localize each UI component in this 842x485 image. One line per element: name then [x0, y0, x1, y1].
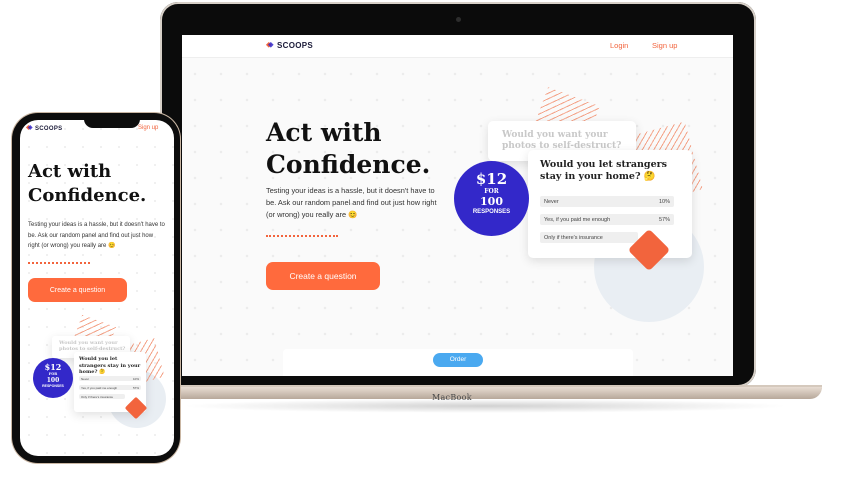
desktop-screen: SCOOPS Login Sign up Act with Confidence…: [182, 35, 733, 376]
option-label: Only if there's insurance: [544, 234, 603, 241]
mobile-question-text: Would you let strangers stay in your hom…: [79, 356, 141, 375]
mobile-question-back-text: Would you want your photos to self-destr…: [59, 340, 126, 352]
hero-title: Act with Confidence.: [266, 117, 446, 181]
brand-name: SCOOPS: [277, 41, 314, 50]
option-row[interactable]: Yes, if you paid me enough 57%: [540, 214, 674, 225]
device-label: MacBook: [432, 393, 472, 402]
badge-count: 100: [46, 377, 60, 384]
price-badge: $12 FOR 100 RESPONSES: [454, 161, 529, 236]
option-percent: 10%: [658, 198, 670, 205]
signup-link[interactable]: Sign up: [652, 41, 677, 50]
option-row[interactable]: Only if there's insurance: [79, 394, 125, 399]
question-back-text: Would you want your photos to self-destr…: [502, 130, 622, 151]
phone-notch: [84, 116, 140, 128]
option-row[interactable]: Never 10%: [79, 376, 141, 381]
mobile-hero-title: Act with Confidence.: [28, 160, 168, 208]
option-label: Yes, if you paid me enough: [544, 216, 611, 223]
order-bar: Order: [283, 349, 633, 376]
mobile-price-badge: $12 FOR 100 RESPONSES: [33, 358, 73, 398]
question-card: Would you let strangers stay in your hom…: [528, 150, 692, 258]
brand-name: SCOOPS: [35, 125, 63, 132]
create-question-button[interactable]: Create a question: [266, 262, 380, 290]
mobile-create-question-button[interactable]: Create a question: [28, 278, 127, 302]
hero-description: Testing your ideas is a hassle, but it d…: [266, 186, 437, 219]
option-percent: 57%: [132, 385, 139, 390]
option-row[interactable]: Yes, if you paid me enough 57%: [79, 385, 141, 390]
laptop-base: [150, 387, 822, 399]
mobile-screen: SCOOPS Sign up Act with Confidence. Test…: [20, 120, 174, 456]
option-percent: 57%: [658, 216, 670, 223]
option-row[interactable]: Never 10%: [540, 196, 674, 207]
desktop-logo[interactable]: SCOOPS: [266, 41, 313, 50]
option-label: Never: [544, 198, 559, 205]
option-label: Only if there's insurance: [81, 394, 114, 399]
badge-unit: RESPONSES: [472, 209, 511, 215]
option-label: Yes, if you paid me enough: [81, 385, 118, 390]
hero-title-line2: Confidence.: [266, 150, 431, 179]
option-row[interactable]: Only if there's insurance: [540, 232, 638, 243]
camera-icon: [456, 17, 461, 22]
badge-count: 100: [480, 195, 503, 208]
option-label: Never: [81, 376, 90, 381]
mobile-signup-link[interactable]: Sign up: [138, 125, 158, 131]
question-text: Would you let strangers stay in your hom…: [540, 159, 667, 182]
badge-price: $12: [44, 362, 62, 372]
mobile-hero-title-line1: Act with: [28, 161, 112, 182]
logo-icon: [266, 41, 274, 48]
mobile-logo[interactable]: SCOOPS: [26, 125, 62, 132]
mobile-hero-title-line2: Confidence.: [28, 185, 147, 206]
logo-icon: [26, 125, 33, 130]
login-link[interactable]: Login: [610, 41, 628, 50]
mobile-hero-description: Testing your ideas is a hassle, but it d…: [28, 222, 165, 249]
laptop-shadow: [180, 399, 790, 413]
order-button[interactable]: Order: [433, 353, 483, 367]
dotted-divider: [266, 235, 338, 237]
badge-unit: RESPONSES: [42, 384, 64, 388]
badge-price: $12: [475, 170, 508, 188]
hero-title-line1: Act with: [266, 118, 382, 147]
mobile-dotted-divider: [28, 262, 90, 264]
option-percent: 10%: [132, 376, 139, 381]
desktop-navbar: SCOOPS Login Sign up: [182, 35, 733, 58]
